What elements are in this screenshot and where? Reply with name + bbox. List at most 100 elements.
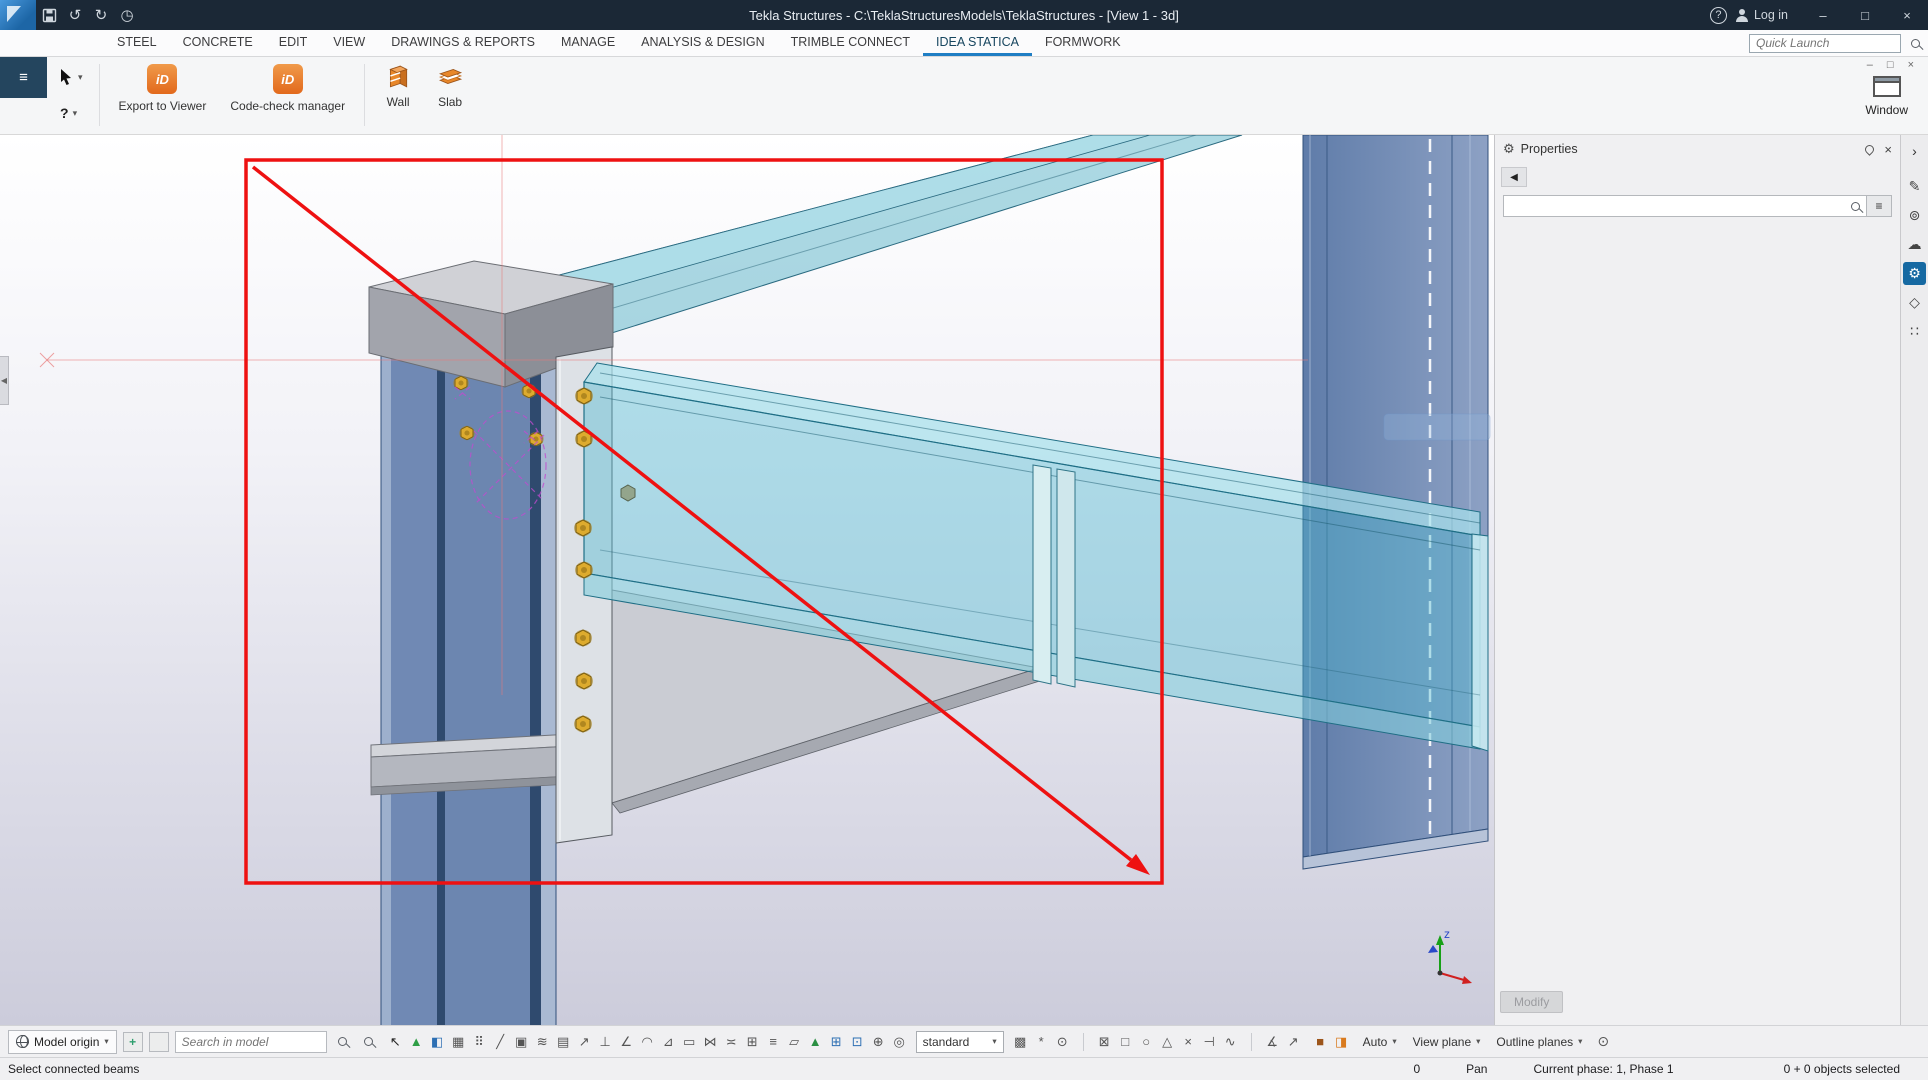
- property-list-button[interactable]: ≡: [1866, 195, 1892, 217]
- quick-launch-search-icon[interactable]: [1911, 39, 1920, 48]
- draw-tool-icon[interactable]: ✎: [1903, 175, 1926, 198]
- override-end-icon[interactable]: ⊣: [1199, 1031, 1220, 1053]
- save-button[interactable]: [36, 0, 62, 30]
- snap-parallel-icon[interactable]: ≍: [721, 1031, 742, 1053]
- phase-half-icon[interactable]: ◨: [1331, 1031, 1352, 1053]
- phase-filled-icon[interactable]: ■: [1310, 1031, 1331, 1053]
- snap-edge-icon[interactable]: ▭: [679, 1031, 700, 1053]
- app-menu-button[interactable]: ≡: [0, 57, 47, 98]
- snap-reference-icon[interactable]: ◧: [427, 1031, 448, 1053]
- code-check-manager-button[interactable]: iD Code-check manager: [218, 57, 357, 113]
- create-point-icon[interactable]: ▲: [805, 1031, 826, 1053]
- ortho-icon[interactable]: ⊕: [868, 1031, 889, 1053]
- smart-select-icon[interactable]: ↖: [385, 1031, 406, 1053]
- tab[interactable]: VIEW: [320, 30, 378, 56]
- override-holes-icon[interactable]: □: [1115, 1031, 1136, 1053]
- grid-snap-icon[interactable]: ⊞: [826, 1031, 847, 1053]
- snap-nearest-icon[interactable]: ╱: [490, 1031, 511, 1053]
- snap-intersection-icon[interactable]: ⋈: [700, 1031, 721, 1053]
- override-bolts-icon[interactable]: ⊠: [1094, 1031, 1115, 1053]
- child-minimize-button[interactable]: –: [1867, 59, 1873, 71]
- auto-dropdown[interactable]: Auto ▾: [1358, 1035, 1402, 1049]
- snap-triangle-icon[interactable]: ⊿: [658, 1031, 679, 1053]
- quick-launch-input[interactable]: [1749, 34, 1901, 53]
- undo-button[interactable]: ↺: [62, 0, 88, 30]
- child-close-button[interactable]: ×: [1908, 59, 1914, 71]
- add-point-button[interactable]: +: [123, 1032, 143, 1052]
- cloud-icon[interactable]: ☁: [1903, 233, 1926, 256]
- close-button[interactable]: ×: [1886, 0, 1928, 30]
- override-curve-icon[interactable]: ∿: [1220, 1031, 1241, 1053]
- properties-search-icon[interactable]: [1851, 202, 1860, 211]
- tab[interactable]: CONCRETE: [170, 30, 266, 56]
- outline-planes-dropdown[interactable]: Outline planes ▾: [1491, 1035, 1587, 1049]
- context-help-button[interactable]: ? ▾: [55, 97, 88, 129]
- override-triangle-icon[interactable]: △: [1157, 1031, 1178, 1053]
- reference-models-icon[interactable]: ⊚: [1903, 204, 1926, 227]
- window-group-button[interactable]: Window: [1851, 73, 1922, 117]
- snap-any-position-icon[interactable]: ▣: [511, 1031, 532, 1053]
- expand-pane-button[interactable]: ›: [1912, 143, 1917, 159]
- zoom-search-button[interactable]: [359, 1032, 379, 1052]
- override-cross-icon[interactable]: ×: [1178, 1031, 1199, 1053]
- web-bolt[interactable]: [621, 485, 635, 501]
- left-column[interactable]: [381, 305, 556, 1025]
- tab[interactable]: TRIMBLE CONNECT: [778, 30, 923, 56]
- wall-button[interactable]: Wall: [372, 57, 424, 109]
- modify-button[interactable]: Modify: [1500, 991, 1563, 1013]
- left-panel-handle[interactable]: ◀: [0, 356, 9, 405]
- login-button[interactable]: Log in: [1735, 8, 1802, 22]
- tab[interactable]: ANALYSIS & DESIGN: [628, 30, 777, 56]
- snap-perpendicular-icon[interactable]: ⊥: [595, 1031, 616, 1053]
- export-to-viewer-button[interactable]: iD Export to Viewer: [107, 57, 219, 113]
- model-search-button[interactable]: [333, 1032, 353, 1052]
- grid-dot-icon[interactable]: ⊡: [847, 1031, 868, 1053]
- maximize-button[interactable]: □: [1844, 0, 1886, 30]
- select-tool-button[interactable]: ▾: [55, 61, 88, 93]
- tab[interactable]: EDIT: [266, 30, 320, 56]
- help-button[interactable]: ?: [1710, 7, 1727, 24]
- model-viewport[interactable]: z ◀: [0, 135, 1494, 1025]
- snap-profile-dropdown[interactable]: standard ▾: [916, 1031, 1004, 1053]
- smart-pen-icon[interactable]: *: [1031, 1031, 1052, 1053]
- snap-freeform-icon[interactable]: ▱: [784, 1031, 805, 1053]
- history-button[interactable]: ◷: [114, 0, 140, 30]
- display-grid-icon[interactable]: ▩: [1010, 1031, 1031, 1053]
- snap-extension-icon[interactable]: ↗: [574, 1031, 595, 1053]
- tab[interactable]: STEEL: [104, 30, 170, 56]
- view-plane-dropdown[interactable]: View plane ▾: [1408, 1035, 1486, 1049]
- measure-angle-icon[interactable]: ∡: [1262, 1031, 1283, 1053]
- panel-back-button[interactable]: ◀: [1501, 167, 1527, 187]
- measure-arrow-icon[interactable]: ↗: [1283, 1031, 1304, 1053]
- child-restore-button[interactable]: □: [1887, 59, 1894, 71]
- snap-midline-icon[interactable]: ≡: [763, 1031, 784, 1053]
- search-in-model-input[interactable]: [175, 1031, 327, 1053]
- panel-close-icon[interactable]: ×: [1884, 142, 1892, 157]
- redo-button[interactable]: ↻: [88, 0, 114, 30]
- visibility-button[interactable]: ⊙: [1593, 1033, 1613, 1050]
- blank-mini-button[interactable]: [149, 1032, 169, 1052]
- settings-gear-icon[interactable]: ⚙: [1903, 262, 1926, 285]
- snap-points-icon[interactable]: ▲: [406, 1031, 427, 1053]
- tracking-icon[interactable]: ◎: [889, 1031, 910, 1053]
- snap-arc-icon[interactable]: ◠: [637, 1031, 658, 1053]
- override-circle-icon[interactable]: ○: [1136, 1031, 1157, 1053]
- tab[interactable]: DRAWINGS & REPORTS: [378, 30, 548, 56]
- snap-view-grid-icon[interactable]: ▤: [553, 1031, 574, 1053]
- snap-grid-dots-icon[interactable]: ⠿: [469, 1031, 490, 1053]
- pin-icon[interactable]: [1864, 143, 1877, 156]
- view-visibility-icon[interactable]: ⊙: [1052, 1031, 1073, 1053]
- model-objects-icon[interactable]: ◇: [1903, 291, 1926, 314]
- snap-angle-icon[interactable]: ∠: [616, 1031, 637, 1053]
- slab-button[interactable]: Slab: [424, 57, 476, 109]
- snap-center-icon[interactable]: ⊞: [742, 1031, 763, 1053]
- model-view[interactable]: z: [0, 135, 1494, 1025]
- snap-planes-icon[interactable]: ≋: [532, 1031, 553, 1053]
- model-origin-dropdown[interactable]: Model origin ▾: [8, 1030, 117, 1054]
- tab[interactable]: MANAGE: [548, 30, 628, 56]
- tab[interactable]: FORMWORK: [1032, 30, 1134, 56]
- tab[interactable]: IDEA STATICA: [923, 30, 1032, 56]
- snap-geometry-icon[interactable]: ▦: [448, 1031, 469, 1053]
- properties-search-input[interactable]: [1503, 195, 1869, 217]
- components-icon[interactable]: ∷: [1903, 320, 1926, 343]
